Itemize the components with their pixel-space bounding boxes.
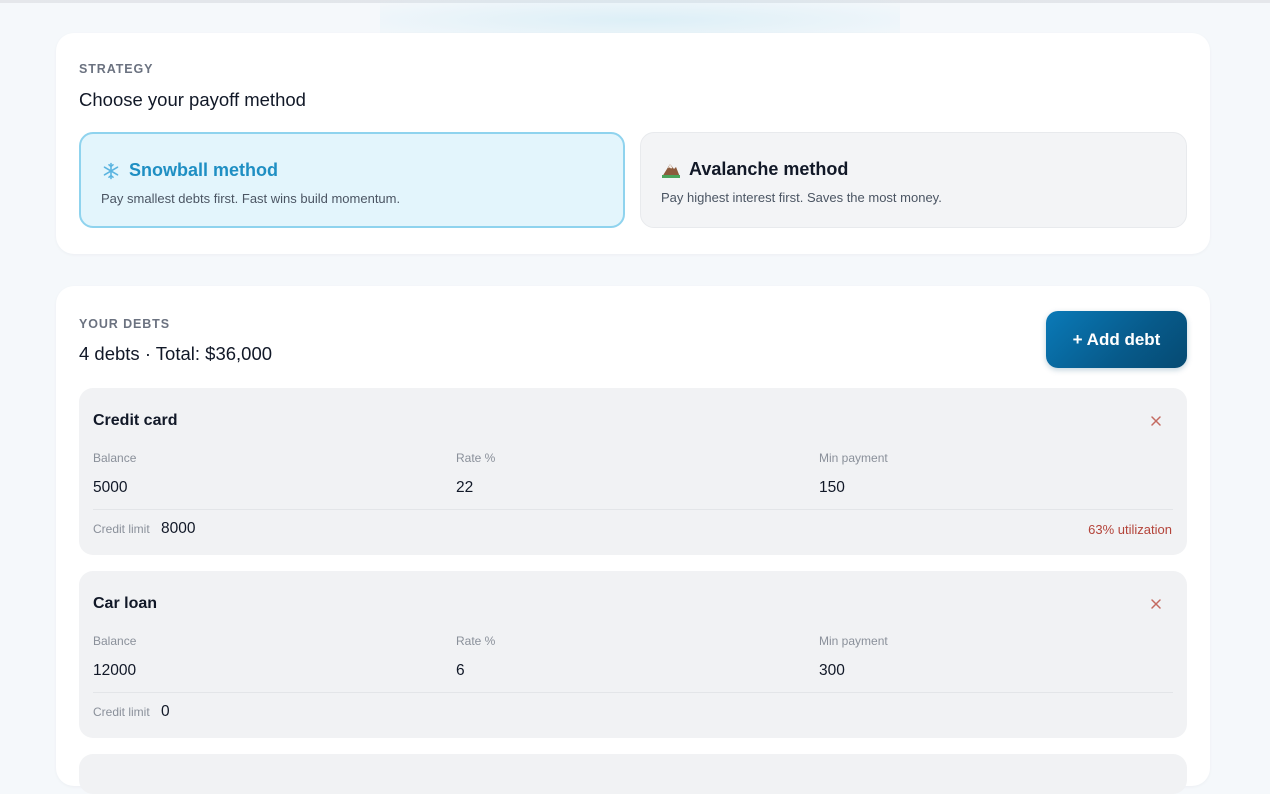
- remove-debt-icon[interactable]: [1149, 597, 1163, 611]
- min-payment-input[interactable]: 150: [819, 479, 845, 497]
- balance-label: Balance: [93, 451, 137, 465]
- snowball-method-option[interactable]: Snowball method Pay smallest debts first…: [79, 132, 625, 228]
- snowball-description: Pay smallest debts first. Fast wins buil…: [101, 191, 401, 206]
- snowflake-icon: [101, 161, 121, 181]
- strategy-card: STRATEGY Choose your payoff method Snowb…: [56, 33, 1210, 254]
- debts-eyebrow: YOUR DEBTS: [79, 317, 170, 331]
- min-payment-label: Min payment: [819, 634, 888, 648]
- debts-card: YOUR DEBTS 4 debts · Total: $36,000 + Ad…: [56, 286, 1210, 794]
- snowball-title: Snowball method: [129, 160, 279, 180]
- rate-input[interactable]: 6: [456, 662, 465, 680]
- credit-limit-label: Credit limit: [93, 522, 150, 536]
- mountain-icon: [661, 160, 681, 180]
- balance-label: Balance: [93, 634, 137, 648]
- min-payment-label: Min payment: [819, 451, 888, 465]
- add-debt-button[interactable]: + Add debt: [1046, 311, 1187, 368]
- divider: [93, 692, 1173, 693]
- avalanche-method-option[interactable]: Avalanche method Pay highest interest fi…: [640, 132, 1187, 228]
- balance-input[interactable]: 12000: [93, 662, 136, 680]
- remove-debt-icon[interactable]: [1149, 414, 1163, 428]
- strategy-heading: Choose your payoff method: [79, 89, 306, 110]
- debt-item: [79, 754, 1187, 794]
- min-payment-input[interactable]: 300: [819, 662, 845, 680]
- credit-limit-input[interactable]: 0: [161, 703, 170, 721]
- snowball-title-row: Snowball method: [101, 160, 603, 181]
- credit-limit-input[interactable]: 8000: [161, 520, 195, 538]
- balance-input[interactable]: 5000: [93, 479, 127, 497]
- utilization-text: 63% utilization: [1088, 522, 1172, 537]
- avalanche-title-row: Avalanche method: [661, 159, 1166, 180]
- debts-summary: 4 debts · Total: $36,000: [79, 343, 273, 364]
- credit-limit-label: Credit limit: [93, 705, 150, 719]
- strategy-eyebrow: STRATEGY: [79, 62, 154, 76]
- avalanche-description: Pay highest interest first. Saves the mo…: [661, 190, 942, 205]
- rate-input[interactable]: 22: [456, 479, 473, 497]
- debt-name-input[interactable]: Credit card: [93, 412, 177, 430]
- debt-item: Credit card Balance Rate % Min payment 5…: [79, 388, 1187, 555]
- rate-label: Rate %: [456, 451, 496, 465]
- debt-item: Car loan Balance Rate % Min payment 1200…: [79, 571, 1187, 738]
- rate-label: Rate %: [456, 634, 496, 648]
- avalanche-title: Avalanche method: [689, 159, 849, 179]
- divider: [93, 509, 1173, 510]
- debt-name-input[interactable]: Car loan: [93, 595, 157, 613]
